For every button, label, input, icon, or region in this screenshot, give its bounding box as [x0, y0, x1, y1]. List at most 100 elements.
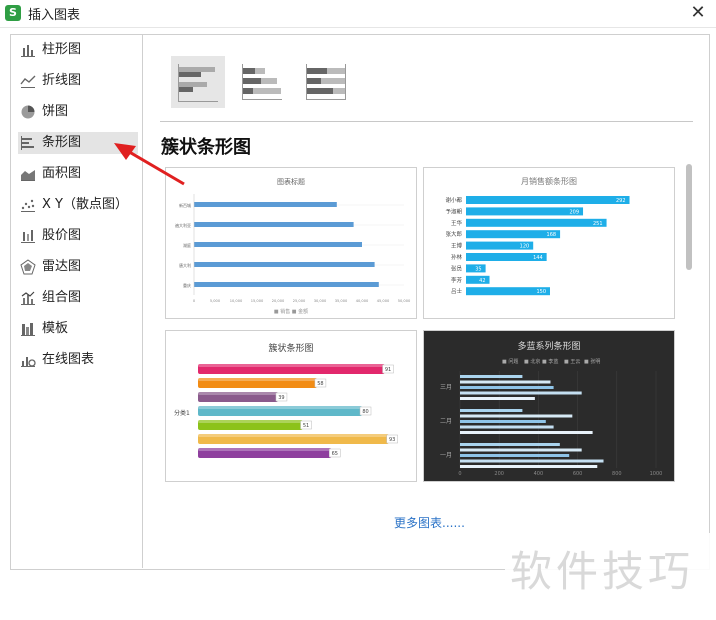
card-3-bar-highlight	[198, 434, 389, 437]
card-3-bar-highlight	[198, 420, 303, 423]
card-4-bar	[460, 409, 523, 412]
card-4-bar	[460, 420, 546, 423]
variant-stacked-bar[interactable]	[237, 56, 291, 108]
app-logo-icon: S	[5, 5, 21, 21]
card-4-background	[424, 331, 674, 481]
card-1-category-label: 湖庭	[183, 242, 191, 248]
card-2-bar	[466, 196, 630, 204]
card-2-data-label: 168	[547, 232, 557, 238]
card-2-data-label: 251	[593, 221, 603, 227]
card-3-bar-highlight	[198, 392, 278, 395]
card-4-bar	[460, 465, 598, 468]
chart-type-sidebar: 柱形图 折线图 饼图 条形图 面积图 X Y（散点图） 股价图 雷达图 组合图 …	[10, 34, 143, 568]
card-1-x-tick: 20,000	[272, 299, 285, 303]
more-charts-link[interactable]: 更多图表......	[394, 514, 465, 531]
section-divider	[160, 121, 693, 122]
card-2-category-label: 王博	[451, 242, 463, 250]
pie-chart-icon	[21, 105, 35, 119]
card-1-title: 图表标题	[277, 177, 305, 186]
line-chart-icon	[20, 75, 36, 88]
card-2-category-label: 予淑朝	[445, 207, 462, 215]
card-4-bar	[460, 459, 604, 463]
card-1-bar	[194, 202, 337, 207]
sidebar-item-label: 股价图	[42, 228, 82, 243]
card-2-data-label: 120	[520, 244, 530, 250]
card-1-category-label: 新百城	[179, 202, 191, 208]
scrollbar-thumb[interactable]	[686, 164, 692, 270]
card-4-group-label: 一月	[440, 452, 452, 459]
card-4-group-label: 二月	[440, 418, 452, 425]
card-4-bar	[460, 443, 560, 446]
card-3-data-label: 80	[362, 409, 368, 415]
scatter-chart-icon	[21, 199, 35, 212]
card-4-legend-entry: ■ 王云	[564, 359, 580, 365]
chart-template-card-2[interactable]: 月销售额条形图 谢小都 292 予淑朝 209 王华 251 张大郎 168 王博 120 孙林 14…	[423, 167, 675, 319]
card-2-category-label: 谢小都	[445, 196, 462, 204]
sidebar-item-column[interactable]: 柱形图	[18, 39, 138, 61]
card-4-bar	[460, 454, 570, 457]
chart-template-card-3[interactable]: 簇状条形图 分类1 91 58 39 80 51 93 65	[165, 330, 417, 482]
sidebar-item-label: 面积图	[42, 166, 82, 181]
card-2-data-label: 35	[475, 266, 481, 272]
sidebar-item-label: 饼图	[42, 104, 69, 119]
card-2-bar	[466, 207, 584, 216]
card-1-x-tick: 30,000	[314, 299, 327, 303]
sidebar-item-line[interactable]: 折线图	[18, 70, 138, 92]
sidebar-item-scatter[interactable]: X Y（散点图）	[18, 194, 138, 216]
card-3-bar-highlight	[198, 448, 332, 451]
close-button[interactable]: ✕	[686, 2, 710, 24]
card-4-bar	[460, 391, 582, 395]
template-icon	[21, 323, 35, 336]
stock-chart-icon	[21, 230, 35, 243]
card-3-bar-highlight	[198, 378, 317, 381]
card-4-legend-entry: ■ 问题	[502, 358, 518, 365]
card-2-category-label: 王华	[451, 219, 463, 227]
card-2-category-label: 李芳	[451, 276, 463, 284]
stacked-bar-variant-icon	[242, 64, 282, 100]
sidebar-item-label: 条形图	[42, 135, 82, 150]
card-4-title: 多蓝系列条形图	[517, 340, 580, 352]
chart-template-card-4[interactable]: 多蓝系列条形图 ■ 问题 ■ 北京 ■ 李蓝 ■ 王云 ■ 张明 0 200 400 600 80…	[423, 330, 675, 482]
sidebar-item-label: 组合图	[42, 290, 82, 305]
sidebar-item-stock[interactable]: 股价图	[18, 225, 138, 247]
card-4-x-tick: 400	[534, 471, 544, 477]
sidebar-item-template[interactable]: 模板	[18, 318, 138, 340]
card-3-category: 分类1	[174, 409, 190, 417]
card-3-data-label: 91	[385, 367, 391, 373]
card-3-data-label: 58	[317, 381, 323, 387]
title-bar	[0, 0, 716, 28]
card-1-bar	[194, 282, 379, 287]
clustered-bar-variant-icon	[178, 64, 218, 102]
sidebar-item-label: 雷达图	[42, 259, 82, 274]
card-4-x-tick: 0	[458, 471, 461, 477]
sidebar-item-combo[interactable]: 组合图	[18, 287, 138, 309]
card-3-bar-highlight	[198, 406, 362, 409]
card-2-category-label: 孙林	[451, 253, 463, 261]
card-2-preview: 月销售额条形图 谢小都 292 予淑朝 209 王华 251 张大郎 168 王博 120 孙林 14…	[445, 176, 630, 296]
card-4-bar	[460, 431, 593, 434]
card-3-data-label: 93	[389, 437, 395, 443]
card-3-data-label: 65	[332, 451, 338, 457]
sidebar-item-pie[interactable]: 饼图	[18, 101, 138, 123]
card-1-x-tick: 25,000	[293, 299, 306, 303]
card-2-data-label: 42	[479, 278, 485, 284]
area-chart-icon	[21, 170, 35, 181]
card-1-x-tick: 45,000	[377, 299, 390, 303]
radar-chart-icon	[20, 259, 36, 275]
card-4-bar	[460, 425, 554, 429]
sidebar-item-label: 在线图表	[42, 352, 95, 367]
card-1-legend: ■ 销售 ■ 金额	[274, 308, 308, 315]
sidebar-item-radar[interactable]: 雷达图	[18, 256, 138, 278]
bar-chart-icon	[21, 136, 34, 150]
sidebar-item-online[interactable]: 在线图表	[18, 349, 138, 371]
card-4-bar	[460, 448, 582, 452]
chart-template-card-1[interactable]: 图表标题 ■ 销售 ■ 金额 新百城 遍大利亚 湖庭 唐大利 重庆 0 5,000 10,00…	[165, 167, 417, 319]
card-4-bar	[460, 386, 554, 389]
annotation-arrow	[114, 143, 185, 186]
sidebar-item-label: 模板	[42, 321, 69, 336]
variant-clustered-bar[interactable]	[171, 56, 225, 108]
variant-percent-stacked-bar[interactable]	[301, 56, 355, 108]
sidebar-item-label: X Y（散点图）	[42, 197, 128, 212]
watermark-text: 软件技巧	[510, 547, 695, 596]
card-3-preview: 簇状条形图 分类1 91 58 39 80 51 93 65	[174, 342, 398, 458]
